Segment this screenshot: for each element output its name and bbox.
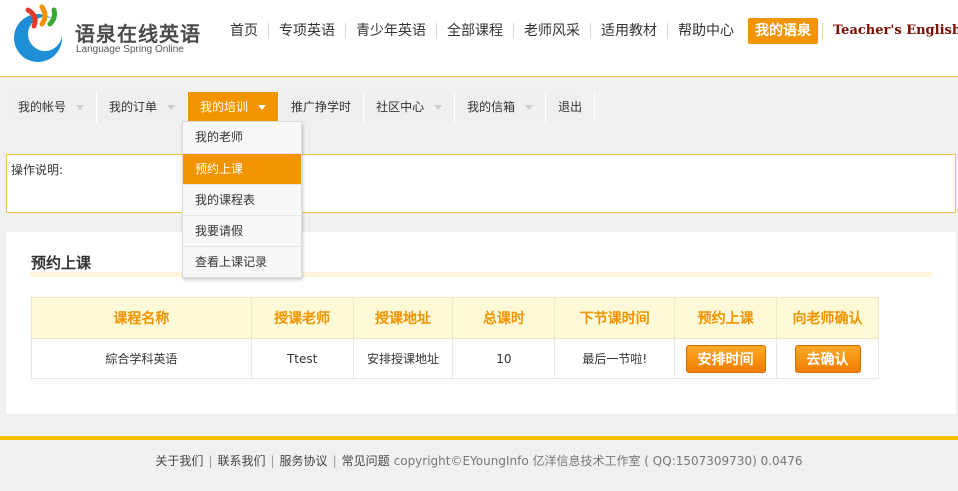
caret-down-icon bbox=[258, 105, 267, 110]
header-divider bbox=[0, 76, 958, 77]
course-name-cell: 綜合学科英语 bbox=[31, 338, 252, 379]
sub-nav-orders-label: 我的订单 bbox=[109, 100, 158, 114]
caret-down-icon bbox=[76, 105, 85, 110]
book-cell: 安排时间 bbox=[674, 338, 778, 379]
footer-separator: | bbox=[270, 454, 275, 468]
footer-divider bbox=[0, 436, 958, 440]
address-cell: 安排授课地址 bbox=[352, 338, 454, 379]
footer-link-contact[interactable]: 联系我们 bbox=[217, 454, 265, 468]
sub-nav: 我的帐号 我的订单 我的培训 推广挣学时 社区中心 我的信箱 退出 bbox=[6, 92, 596, 123]
logo-text-en: Language Spring Online bbox=[76, 44, 184, 55]
table-row: 綜合学科英语 Ttest 安排授课地址 10 最后一节啦! 安排时间 去确认 bbox=[31, 338, 879, 379]
next-class-cell: 最后一节啦! bbox=[554, 338, 676, 379]
caret-down-icon bbox=[525, 105, 534, 110]
page-title: 预约上课 bbox=[31, 254, 92, 272]
top-nav-teachers[interactable]: 老师风采 bbox=[513, 23, 590, 39]
top-nav-teacher-site[interactable]: Teacher's English Site bbox=[822, 23, 958, 39]
caret-down-icon bbox=[167, 105, 176, 110]
sub-nav-promote[interactable]: 推广挣学时 bbox=[279, 92, 365, 123]
top-nav: 首页 专项英语 青少年英语 全部课程 老师风采 适用教材 帮助中心 我的语泉 T… bbox=[220, 18, 958, 44]
sub-nav-mailbox[interactable]: 我的信箱 bbox=[455, 92, 547, 123]
site-logo[interactable]: 语泉在线英语 Language Spring Online bbox=[8, 4, 204, 66]
top-nav-textbooks[interactable]: 适用教材 bbox=[590, 23, 667, 39]
footer-link-faq[interactable]: 常见问题 bbox=[342, 454, 390, 468]
top-nav-home[interactable]: 首页 bbox=[220, 23, 268, 39]
column-header: 授课老师 bbox=[250, 297, 354, 339]
total-hours-cell: 10 bbox=[452, 338, 556, 379]
menu-item-my-teachers[interactable]: 我的老师 bbox=[183, 122, 301, 153]
schedule-time-button[interactable]: 安排时间 bbox=[685, 344, 766, 373]
menu-item-schedule[interactable]: 我的课程表 bbox=[183, 184, 301, 215]
top-nav-all-courses[interactable]: 全部课程 bbox=[436, 23, 513, 39]
instructions-label: 操作说明: bbox=[11, 163, 64, 177]
column-header: 总课时 bbox=[452, 297, 556, 339]
logo-text-cn: 语泉在线英语 bbox=[75, 22, 201, 46]
menu-item-book-class[interactable]: 预约上课 bbox=[183, 153, 301, 184]
caret-down-icon bbox=[434, 105, 443, 110]
sub-nav-community-label: 社区中心 bbox=[376, 100, 425, 114]
footer-copyright: copyright©EYoungInfo 亿洋信息技术工作室 ( QQ:1507… bbox=[393, 454, 803, 468]
sub-nav-logout-label: 退出 bbox=[558, 100, 583, 114]
sub-nav-account[interactable]: 我的帐号 bbox=[6, 92, 98, 123]
instructions-box: 操作说明: bbox=[6, 154, 956, 213]
table-header-row: 课程名称 授课老师 授课地址 总课时 下节课时间 预约上课 向老师确认 bbox=[31, 297, 879, 339]
column-header: 课程名称 bbox=[31, 297, 252, 339]
confirm-button[interactable]: 去确认 bbox=[794, 344, 861, 373]
teacher-cell: Ttest bbox=[250, 338, 354, 379]
sub-nav-orders[interactable]: 我的订单 bbox=[97, 92, 189, 123]
sub-nav-account-label: 我的帐号 bbox=[18, 100, 67, 114]
menu-item-class-records[interactable]: 查看上课记录 bbox=[183, 246, 301, 277]
footer-link-about[interactable]: 关于我们 bbox=[155, 454, 203, 468]
title-divider bbox=[30, 272, 932, 277]
sub-nav-community[interactable]: 社区中心 bbox=[364, 92, 456, 123]
sub-nav-promote-label: 推广挣学时 bbox=[291, 100, 352, 114]
sub-nav-mailbox-label: 我的信箱 bbox=[467, 100, 516, 114]
logo-mark-icon bbox=[14, 4, 62, 62]
course-table: 课程名称 授课老师 授课地址 总课时 下节课时间 预约上课 向老师确认 綜合学科… bbox=[31, 297, 879, 379]
sub-nav-logout[interactable]: 退出 bbox=[546, 92, 596, 123]
column-header: 向老师确认 bbox=[776, 297, 879, 339]
site-header: 语泉在线英语 Language Spring Online 首页 专项英语 青少… bbox=[0, 0, 958, 76]
column-header: 下节课时间 bbox=[554, 297, 676, 339]
top-nav-special-english[interactable]: 专项英语 bbox=[268, 23, 345, 39]
confirm-cell: 去确认 bbox=[776, 338, 879, 379]
menu-item-request-leave[interactable]: 我要请假 bbox=[183, 215, 301, 246]
sub-nav-training[interactable]: 我的培训 bbox=[188, 92, 280, 123]
sub-nav-training-label: 我的培训 bbox=[200, 100, 249, 114]
column-header: 预约上课 bbox=[674, 297, 778, 339]
top-nav-help-center[interactable]: 帮助中心 bbox=[667, 23, 744, 39]
footer-link-terms[interactable]: 服务协议 bbox=[280, 454, 328, 468]
footer-separator: | bbox=[332, 454, 337, 468]
training-dropdown-menu: 我的老师 预约上课 我的课程表 我要请假 查看上课记录 bbox=[182, 121, 302, 278]
booking-panel: 预约上课 课程名称 授课老师 授课地址 总课时 下节课时间 预约上课 向老师确认… bbox=[6, 232, 956, 414]
top-nav-my-account[interactable]: 我的语泉 bbox=[748, 18, 818, 44]
site-footer: 关于我们 | 联系我们 | 服务协议 | 常见问题 copyright©EYoungInfo … bbox=[0, 452, 958, 469]
column-header: 授课地址 bbox=[352, 297, 454, 339]
top-nav-youth-english[interactable]: 青少年英语 bbox=[345, 23, 436, 39]
footer-separator: | bbox=[208, 454, 213, 468]
